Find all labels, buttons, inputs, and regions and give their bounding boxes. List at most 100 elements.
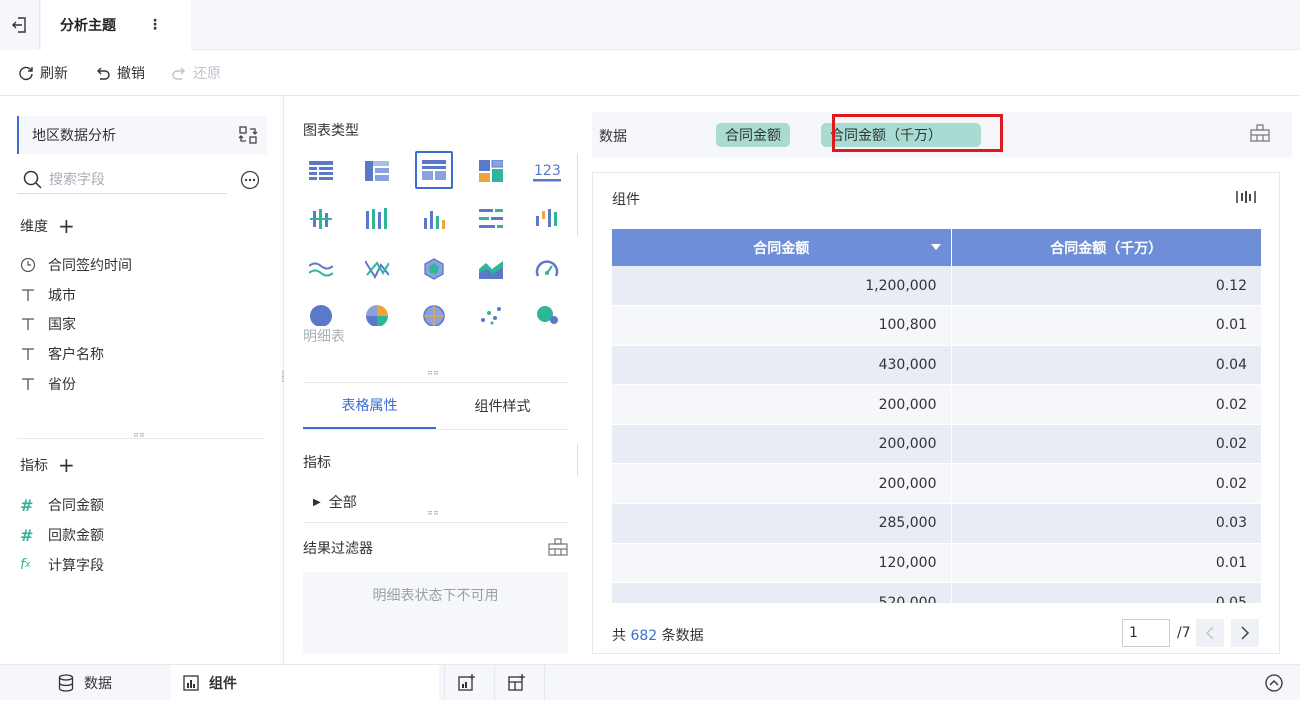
table-cell: 0.04: [951, 345, 1262, 386]
data-settings-icon[interactable]: [1250, 124, 1270, 142]
resize-grip-icon[interactable]: ⠶⠶: [133, 431, 145, 439]
add-dashboard-button[interactable]: [494, 665, 538, 701]
exit-button[interactable]: [0, 0, 40, 50]
svg-text:123: 123: [534, 163, 561, 179]
detail-table: 合同金额 合同金额（千万） 1,200,000 0.12 100,800 0.01 …: [612, 229, 1262, 603]
chart-type-line-icon[interactable]: [302, 250, 340, 288]
refresh-button[interactable]: 刷新: [17, 62, 68, 84]
page-number-input[interactable]: [1122, 619, 1170, 647]
sort-caret-icon[interactable]: [930, 244, 941, 250]
chart-config-panel: 图表类型 123 明细表 ⠶⠶ 表格属性 组件样式 指标 ▶ 全部 ⠶⠶ 结果过…: [285, 96, 583, 664]
chart-type-area-icon[interactable]: [472, 250, 510, 288]
more-circle-icon[interactable]: [240, 170, 260, 190]
metric-section: 指标 +: [20, 453, 75, 477]
chevron-left-icon: [1205, 626, 1214, 640]
dimension-item[interactable]: 城市: [20, 284, 76, 306]
metric-item[interactable]: # 回款金额: [20, 524, 104, 546]
redo-button[interactable]: 还原: [170, 62, 221, 84]
table-cell: 0.02: [951, 463, 1262, 505]
column-header[interactable]: 合同金额: [612, 229, 952, 266]
result-filter-label: 结果过滤器: [303, 541, 373, 557]
chart-type-caption: 明细表: [303, 329, 345, 345]
all-metrics-toggle[interactable]: ▶ 全部: [313, 492, 357, 512]
chart-type-bubble-icon[interactable]: [528, 298, 566, 326]
tab-table-properties[interactable]: 表格属性: [303, 383, 436, 429]
add-dimension-icon[interactable]: +: [58, 216, 75, 236]
table-cell: 0.02: [951, 384, 1262, 425]
add-metric-icon[interactable]: +: [58, 455, 75, 475]
table-row: 200,000 0.02: [612, 384, 1262, 425]
page-title: 分析主题: [60, 18, 116, 34]
dimension-item[interactable]: 客户名称: [20, 343, 104, 365]
add-dashboard-icon: [507, 674, 525, 691]
table-cell: 0.02: [951, 424, 1262, 465]
table-cell: 120,000: [612, 543, 952, 584]
metric-config-label: 指标: [303, 455, 331, 471]
chart-widget-icon: [183, 675, 199, 691]
column-style-icon[interactable]: [1236, 189, 1256, 205]
section-divider: [303, 522, 568, 523]
tab-divider: [544, 665, 545, 701]
more-options-icon[interactable]: ⋮: [145, 14, 165, 36]
dimension-item[interactable]: 国家: [20, 313, 76, 335]
dimension-item[interactable]: 省份: [20, 373, 76, 395]
table-cell: 0.01: [951, 543, 1262, 584]
table-cell: 100,800: [612, 305, 952, 346]
undo-button[interactable]: 撤销: [94, 62, 145, 84]
table-row: 520,000 0.05: [612, 582, 1262, 603]
chart-type-detail-table-icon[interactable]: [415, 151, 453, 189]
table-row: 1,200,000 0.12: [612, 266, 1262, 307]
chart-type-table-icon[interactable]: [302, 152, 340, 190]
caret-right-icon: ▶: [313, 496, 321, 508]
widget-title: 组件: [612, 192, 640, 208]
chart-type-column-icon[interactable]: [415, 200, 453, 238]
resize-grip-icon[interactable]: ⠶⠶: [427, 369, 439, 377]
chart-type-map-icon[interactable]: [415, 298, 453, 326]
tab-widget[interactable]: 组件: [171, 665, 439, 701]
chart-type-gauge-icon[interactable]: [528, 250, 566, 288]
chart-type-kpi-icon[interactable]: 123: [528, 152, 566, 190]
chart-type-range-icon[interactable]: [358, 250, 396, 288]
table-row: 285,000 0.03: [612, 503, 1262, 544]
table-row: 120,000 0.01: [612, 543, 1262, 584]
tab-data[interactable]: 数据: [58, 665, 112, 701]
table-row: 430,000 0.04: [612, 345, 1262, 386]
chart-type-radar-icon[interactable]: [415, 250, 453, 288]
chart-type-waterfall-icon[interactable]: [528, 200, 566, 238]
chart-type-pie-icon[interactable]: [302, 298, 340, 326]
column-header[interactable]: 合同金额（千万）: [951, 229, 1262, 266]
search-input[interactable]: [49, 169, 219, 191]
add-widget-button[interactable]: [444, 665, 488, 701]
collapse-button[interactable]: [1265, 674, 1283, 692]
table-cell: 200,000: [612, 463, 952, 505]
subject-selector[interactable]: 地区数据分析: [17, 116, 267, 154]
filter-settings-icon[interactable]: [548, 538, 568, 556]
filter-dropzone: 明细表状态下不可用: [303, 572, 568, 654]
redo-icon: [172, 67, 185, 80]
refresh-icon: [19, 66, 33, 81]
metric-item[interactable]: fx 计算字段: [20, 554, 104, 576]
next-page-button[interactable]: [1231, 619, 1259, 647]
tab-widget-style[interactable]: 组件样式: [436, 383, 569, 429]
chart-type-dashboard-icon[interactable]: [472, 152, 510, 190]
chart-type-hbar-icon[interactable]: [472, 200, 510, 238]
table-cell: 0.01: [951, 305, 1262, 346]
number-type-icon: #: [20, 495, 34, 515]
chart-type-scatter-icon[interactable]: [472, 298, 510, 326]
dimension-item[interactable]: 合同签约时间: [20, 254, 132, 276]
table-cell: 0.12: [951, 266, 1262, 307]
table-cell: 285,000: [612, 503, 952, 544]
resize-grip-icon[interactable]: ⠶⠶: [427, 509, 439, 517]
metric-item[interactable]: # 合同金额: [20, 494, 104, 516]
prev-page-button[interactable]: [1196, 619, 1224, 647]
table-cell: 200,000: [612, 384, 952, 425]
chart-type-bar-icon[interactable]: [302, 200, 340, 238]
switch-subject-icon[interactable]: [238, 125, 258, 145]
table-row: 100,800 0.01: [612, 305, 1262, 346]
text-type-icon: [20, 376, 48, 392]
chart-type-stacked-bar-icon[interactable]: [358, 200, 396, 238]
chart-type-rose-icon[interactable]: [358, 298, 396, 326]
chart-type-crosstab-icon[interactable]: [358, 152, 396, 190]
field-pill-contract-amount[interactable]: 合同金额: [716, 123, 790, 147]
subject-tab[interactable]: 分析主题: [41, 0, 191, 50]
